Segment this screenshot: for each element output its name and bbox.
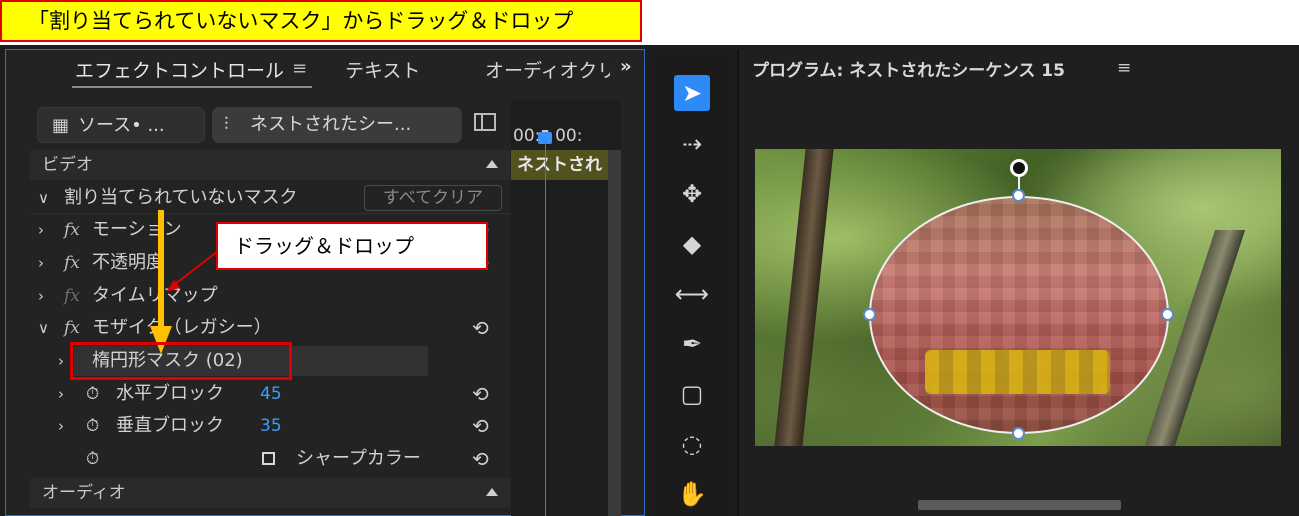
collapse-arrow-icon[interactable] bbox=[486, 488, 498, 496]
program-monitor-scrollbar[interactable] bbox=[918, 500, 1121, 510]
mask-handle-right[interactable] bbox=[1161, 308, 1174, 321]
ripple-edit-tool-icon[interactable]: ✥ bbox=[674, 176, 710, 212]
clear-all-button[interactable]: すべてクリア bbox=[364, 185, 502, 211]
mosaic-yellow-region bbox=[925, 350, 1110, 394]
mask-rotation-handle[interactable] bbox=[1010, 159, 1028, 177]
slip-tool-icon[interactable]: ⟷ bbox=[674, 276, 710, 312]
reset-icon[interactable]: ⟲ bbox=[472, 312, 489, 344]
track-select-tool-icon[interactable]: ⇢ bbox=[674, 126, 710, 162]
fx-icon[interactable]: fx bbox=[64, 247, 80, 279]
collapse-arrow-icon[interactable] bbox=[486, 160, 498, 168]
chevron-down-icon[interactable]: ∨ bbox=[38, 182, 49, 214]
show-timeline-toggle-icon[interactable] bbox=[474, 113, 496, 131]
mosaic-ellipse-mask[interactable] bbox=[869, 196, 1169, 434]
razor-tool-icon[interactable]: ◆ bbox=[674, 226, 710, 262]
mask-handle-left[interactable] bbox=[863, 308, 876, 321]
source-clip-selector[interactable]: ▦ ソース• ... bbox=[37, 107, 205, 143]
tab-text[interactable]: テキスト bbox=[345, 56, 420, 83]
property-row-horizontal-blocks[interactable]: › ⏱ 水平ブロック 45 ⟲ bbox=[30, 378, 510, 410]
stopwatch-icon[interactable]: ⏱ bbox=[86, 443, 99, 475]
timeline-scrollbar[interactable] bbox=[608, 150, 621, 516]
selection-tool-icon[interactable]: ➤ bbox=[674, 75, 710, 111]
stopwatch-icon[interactable]: ⏱ bbox=[86, 410, 99, 442]
tab-audio-clip-mixer[interactable]: オーディオクリ bbox=[485, 56, 610, 83]
unassigned-mask-label: 割り当てられていないマスク bbox=[64, 187, 298, 208]
mask-handle-bottom[interactable] bbox=[1012, 427, 1025, 440]
reset-icon[interactable]: ⟲ bbox=[472, 378, 489, 410]
panel-menu-icon[interactable]: ≡ bbox=[1117, 58, 1131, 78]
mask-handle-top[interactable] bbox=[1012, 189, 1025, 202]
drag-drop-callout: ドラッグ＆ドロップ bbox=[216, 222, 488, 270]
program-monitor-title[interactable]: プログラム: ネストされたシーケンス 15 bbox=[752, 56, 1065, 81]
active-tab-indicator bbox=[72, 86, 312, 88]
ellipse-mask-highlight-box bbox=[70, 342, 292, 380]
reset-icon[interactable]: ⟲ bbox=[472, 443, 489, 475]
audio-section-header[interactable]: オーディオ bbox=[30, 478, 510, 508]
chevron-right-icon[interactable]: › bbox=[38, 214, 44, 246]
nested-sequence-icon: ⫶ bbox=[224, 114, 229, 135]
horizontal-blocks-value[interactable]: 45 bbox=[260, 378, 282, 410]
timeline-clip[interactable]: ネストされ bbox=[511, 150, 609, 180]
effect-row-mosaic[interactable]: ∨ fx モザイク（レガシー） ⟲ bbox=[30, 312, 510, 344]
pen-tool-icon[interactable]: ✒ bbox=[674, 326, 710, 362]
panel-menu-icon[interactable]: ≡ bbox=[292, 58, 307, 79]
fx-icon[interactable]: fx bbox=[64, 312, 80, 344]
horizontal-blocks-label: 水平ブロック bbox=[116, 383, 224, 404]
chevron-right-icon[interactable]: › bbox=[58, 378, 64, 410]
chevron-right-icon[interactable]: › bbox=[58, 345, 64, 377]
property-row-vertical-blocks[interactable]: › ⏱ 垂直ブロック 35 ⟲ bbox=[30, 410, 510, 442]
property-row-sharp-colors[interactable]: ⏱ シャープカラー ⟲ bbox=[30, 443, 510, 475]
sharp-colors-checkbox[interactable] bbox=[262, 452, 275, 465]
video-section-label: ビデオ bbox=[42, 155, 93, 175]
playhead-line[interactable] bbox=[545, 140, 546, 516]
chevron-right-icon[interactable]: › bbox=[58, 410, 64, 442]
instruction-banner: 「割り当てられていないマスク」からドラッグ＆ドロップ bbox=[0, 0, 642, 42]
more-tabs-icon[interactable]: » bbox=[620, 56, 632, 77]
stopwatch-icon[interactable]: ⏱ bbox=[86, 378, 99, 410]
reset-icon[interactable]: ⟲ bbox=[472, 410, 489, 442]
film-icon: ▦ bbox=[52, 115, 70, 136]
sequence-clip-label: ネストされたシー... bbox=[250, 114, 412, 135]
vertical-blocks-label: 垂直ブロック bbox=[116, 415, 224, 436]
fx-icon[interactable]: fx bbox=[64, 214, 80, 246]
mosaic-label: モザイク（レガシー） bbox=[92, 317, 272, 338]
fx-icon: fx bbox=[64, 286, 80, 306]
chevron-down-icon[interactable]: ∨ bbox=[38, 312, 49, 344]
audio-section-label: オーディオ bbox=[42, 483, 126, 503]
effect-row-time-remap[interactable]: › fx タイムリマップ bbox=[30, 280, 510, 312]
vertical-blocks-value[interactable]: 35 bbox=[260, 410, 282, 442]
sharp-colors-label: シャープカラー bbox=[296, 448, 421, 469]
chevron-right-icon[interactable]: › bbox=[38, 247, 44, 279]
sequence-clip-selector[interactable]: ⫶ ネストされたシー... bbox=[212, 107, 462, 143]
rectangle-tool-icon[interactable]: ▢ bbox=[674, 376, 710, 412]
opacity-label: 不透明度 bbox=[92, 252, 164, 273]
video-section-header[interactable]: ビデオ bbox=[30, 150, 510, 180]
chevron-right-icon[interactable]: › bbox=[38, 280, 44, 312]
hand-tool-icon[interactable]: ✋ bbox=[674, 476, 710, 512]
tab-effect-controls[interactable]: エフェクトコントロール bbox=[75, 56, 284, 83]
source-clip-label: ソース• ... bbox=[78, 115, 165, 136]
ellipse-tool-icon[interactable]: ◌ bbox=[674, 426, 710, 462]
